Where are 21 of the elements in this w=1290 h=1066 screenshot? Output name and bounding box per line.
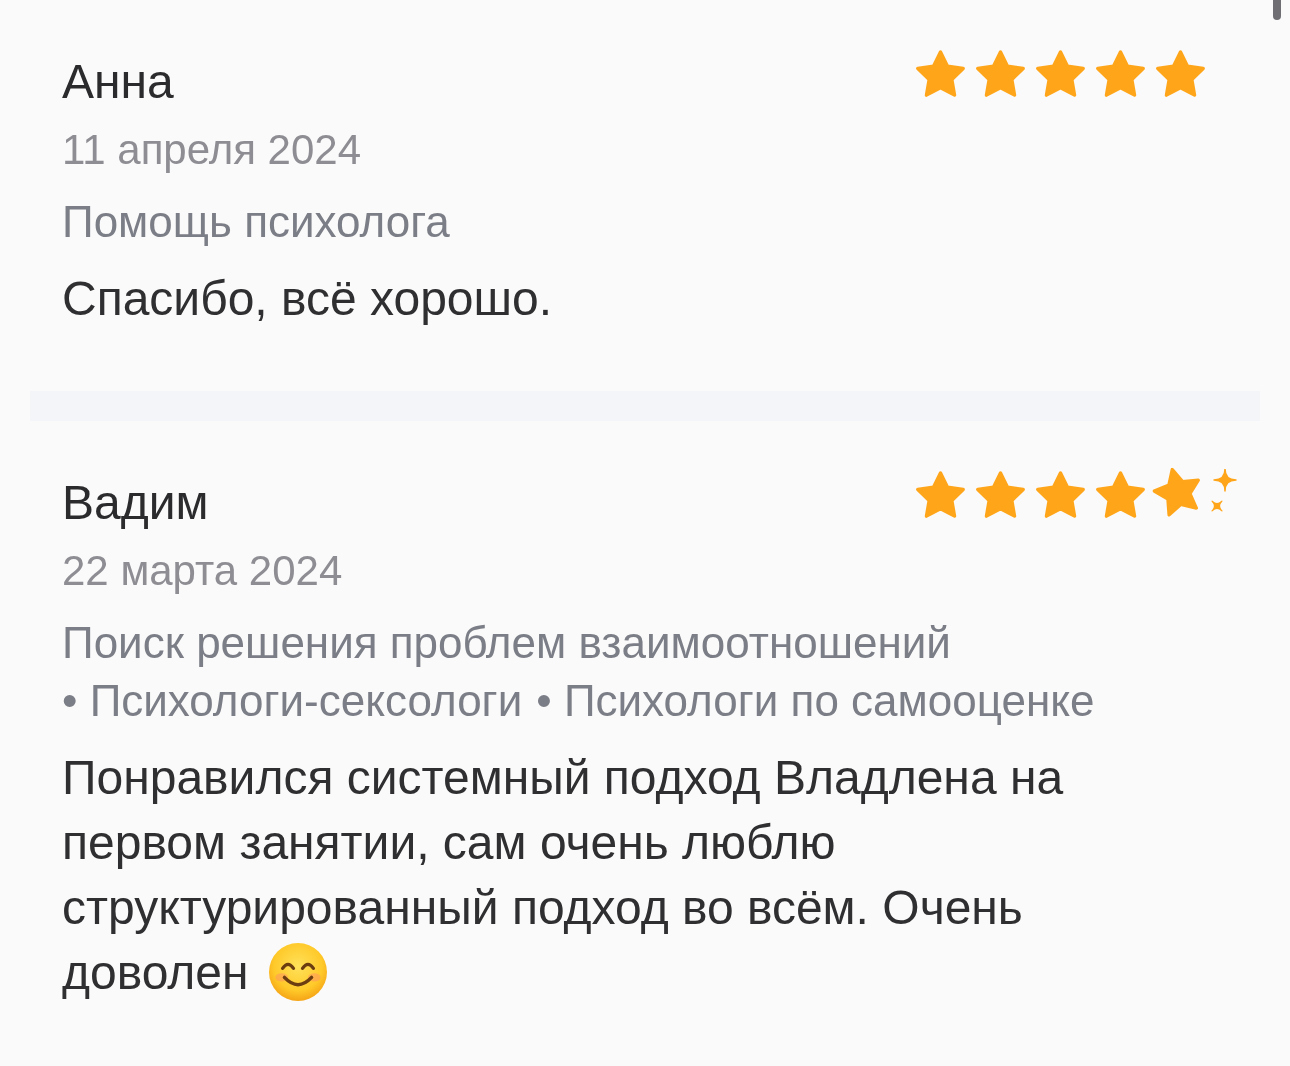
star-icon bbox=[1156, 50, 1205, 97]
star-icon bbox=[976, 471, 1025, 518]
star-icon bbox=[916, 471, 965, 518]
scrollbar-thumb[interactable] bbox=[1273, 0, 1281, 20]
star-icon bbox=[976, 50, 1025, 97]
service-label: • Психологи-сексологи bbox=[62, 675, 523, 727]
sparkle-icon bbox=[1210, 469, 1238, 513]
service-label: Помощь психолога bbox=[62, 196, 450, 248]
star-icon bbox=[916, 50, 965, 97]
service-label: Поиск решения проблем взаимоотношений bbox=[62, 617, 951, 669]
reviewer-name: Вадим bbox=[62, 475, 209, 531]
star-icon bbox=[1036, 50, 1085, 97]
star-icon bbox=[1096, 471, 1145, 518]
review-date: 22 марта 2024 bbox=[62, 546, 344, 596]
review-text: Понравился системный подход Владлена на первом занятии, сам очень люблю структурированный подход во всём. Очень доволен bbox=[62, 751, 1064, 999]
review-date: 11 апреля 2024 bbox=[62, 125, 363, 175]
service-label: • Психологи по самооценке bbox=[536, 675, 1095, 727]
reviewer-name: Анна bbox=[62, 54, 174, 110]
review-text: Спасибо, всё хорошо. bbox=[62, 272, 553, 325]
star-icon bbox=[1036, 471, 1085, 518]
star-icon bbox=[1096, 50, 1145, 97]
